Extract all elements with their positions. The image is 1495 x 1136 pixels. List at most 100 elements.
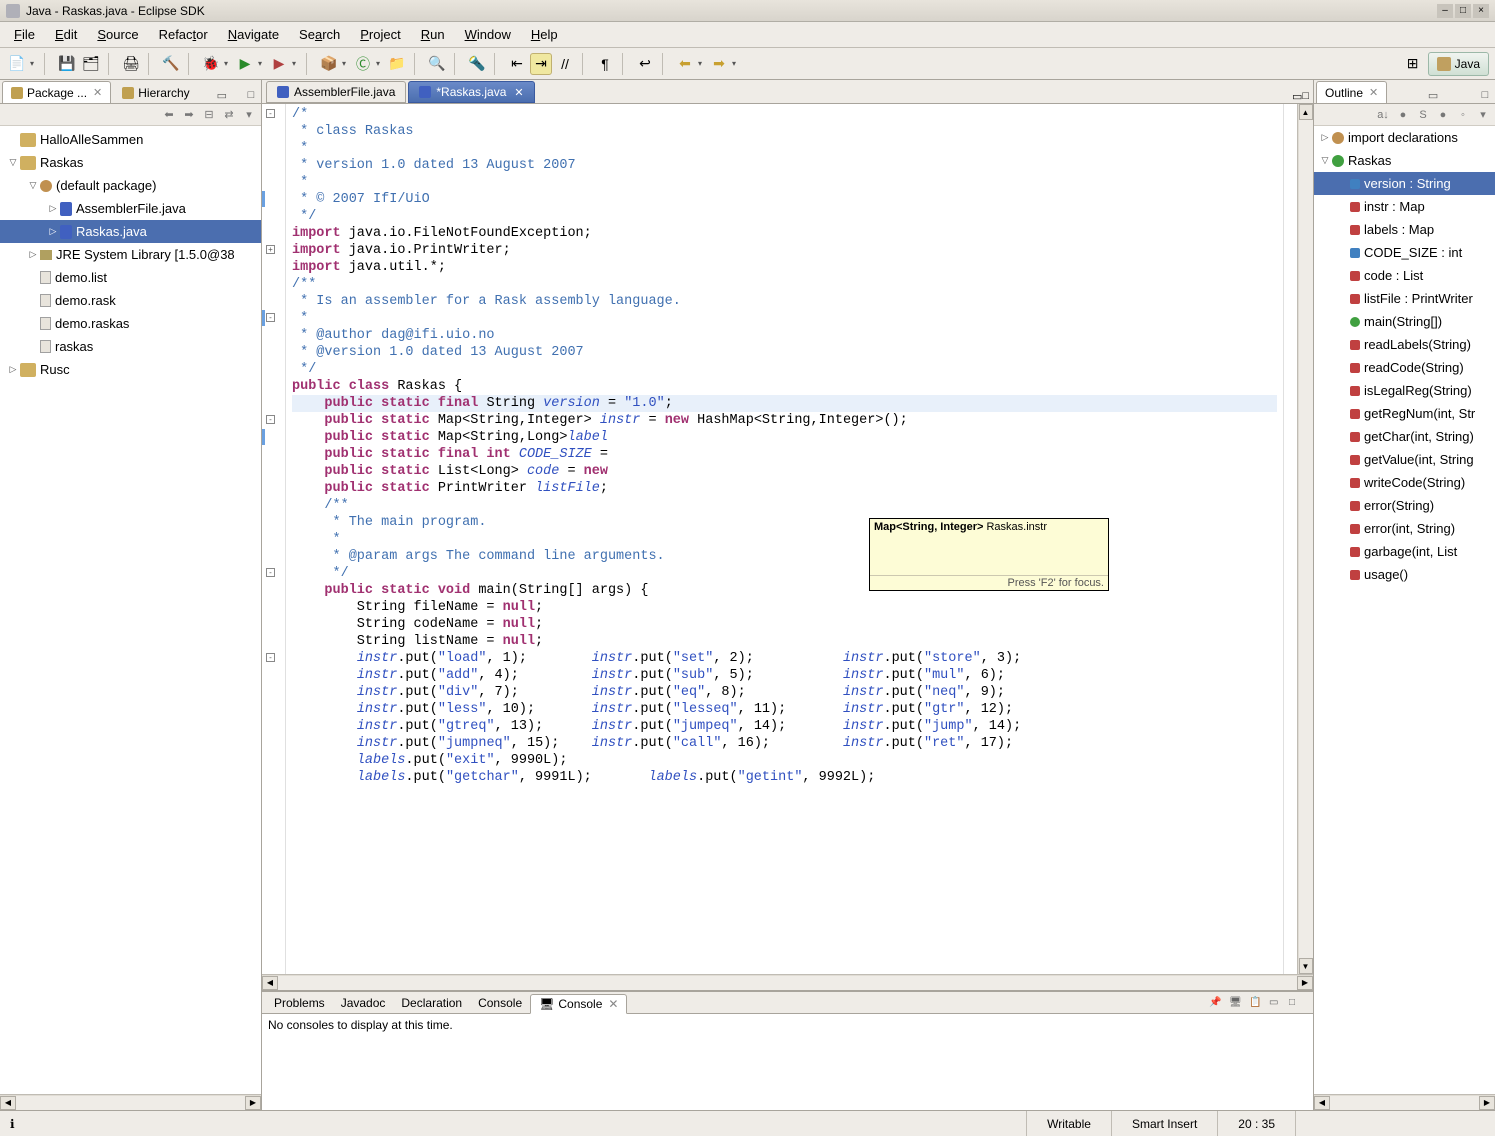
code-line[interactable]: instr.put("gtreq", 13); instr.put("jumpe… bbox=[292, 718, 1277, 735]
outline-hscrollbar[interactable]: ◀ ▶ bbox=[1314, 1094, 1495, 1110]
outline-item[interactable]: CODE_SIZE : int bbox=[1314, 241, 1495, 264]
close-button[interactable]: × bbox=[1473, 4, 1489, 18]
scroll-right-icon[interactable]: ▶ bbox=[1479, 1096, 1495, 1110]
view-menu-icon[interactable]: ▾ bbox=[241, 107, 257, 123]
editor-minimize-button[interactable]: ▭ bbox=[1292, 90, 1302, 103]
code-line[interactable]: public static PrintWriter listFile; bbox=[292, 480, 1277, 497]
code-line[interactable]: * class Raskas bbox=[292, 123, 1277, 140]
code-line[interactable]: instr.put("jumpneq", 15); instr.put("cal… bbox=[292, 735, 1277, 752]
fold-icon[interactable]: - bbox=[266, 568, 275, 577]
tree-item[interactable]: demo.raskas bbox=[0, 312, 261, 335]
code-line[interactable]: */ bbox=[292, 208, 1277, 225]
outline-tree[interactable]: ▷import declarations▽Raskasversion : Str… bbox=[1314, 126, 1495, 1094]
menu-search[interactable]: Search bbox=[289, 23, 350, 46]
bottom-tab-declaration[interactable]: Declaration bbox=[393, 993, 470, 1013]
back-button[interactable]: ⬅ bbox=[674, 53, 696, 75]
comment-button[interactable]: // bbox=[554, 53, 576, 75]
outline-maximize-button[interactable]: □ bbox=[1477, 87, 1493, 103]
new-folder-button[interactable]: 📁 bbox=[386, 53, 408, 75]
bp-maximize-button[interactable]: □ bbox=[1289, 997, 1305, 1013]
ext-tools-button[interactable]: ▶ bbox=[268, 53, 290, 75]
code-line[interactable]: instr.put("load", 1); instr.put("set", 2… bbox=[292, 650, 1277, 667]
package-explorer-tree[interactable]: HalloAlleSammen▽Raskas▽(default package)… bbox=[0, 126, 261, 1094]
code-line[interactable]: * The main program. bbox=[292, 514, 1277, 531]
tree-item[interactable]: ▷Rusc bbox=[0, 358, 261, 381]
tree-item[interactable]: ▷JRE System Library [1.5.0@38 bbox=[0, 243, 261, 266]
outline-item[interactable]: code : List bbox=[1314, 264, 1495, 287]
outline-item[interactable]: usage() bbox=[1314, 563, 1495, 586]
code-line[interactable]: * © 2007 IfI/UiO bbox=[292, 191, 1277, 208]
fold-icon[interactable]: + bbox=[266, 245, 275, 254]
scroll-left-icon[interactable]: ◀ bbox=[262, 976, 278, 990]
code-line[interactable]: public static void main(String[] args) { bbox=[292, 582, 1277, 599]
outline-item[interactable]: readLabels(String) bbox=[1314, 333, 1495, 356]
outline-item[interactable]: garbage(int, List bbox=[1314, 540, 1495, 563]
tree-item[interactable]: demo.rask bbox=[0, 289, 261, 312]
open-type-button[interactable]: 🔍 bbox=[426, 53, 448, 75]
expand-icon[interactable]: ▷ bbox=[1318, 132, 1332, 143]
hide-local-icon[interactable]: ◦ bbox=[1455, 107, 1471, 123]
hide-static-icon[interactable]: S bbox=[1415, 107, 1431, 123]
code-line[interactable]: public static Map<String,Integer> instr … bbox=[292, 412, 1277, 429]
code-line[interactable]: public static List<Long> code = new bbox=[292, 463, 1277, 480]
open-perspective-button[interactable]: ⊞ bbox=[1402, 53, 1424, 75]
new-class-button[interactable]: Ⓒ bbox=[352, 53, 374, 75]
outline-item[interactable]: readCode(String) bbox=[1314, 356, 1495, 379]
code-line[interactable]: import java.util.*; bbox=[292, 259, 1277, 276]
fold-icon[interactable]: - bbox=[266, 109, 275, 118]
outline-item[interactable]: main(String[]) bbox=[1314, 310, 1495, 333]
code-line[interactable]: labels.put("getchar", 9991L); labels.put… bbox=[292, 769, 1277, 786]
menu-navigate[interactable]: Navigate bbox=[218, 23, 289, 46]
save-button[interactable]: 💾 bbox=[56, 53, 78, 75]
last-edit-button[interactable]: ↩ bbox=[634, 53, 656, 75]
code-line[interactable]: * bbox=[292, 140, 1277, 157]
print-button[interactable]: 🖨 bbox=[120, 53, 142, 75]
code-line[interactable]: import java.io.PrintWriter; bbox=[292, 242, 1277, 259]
overview-ruler[interactable] bbox=[1283, 104, 1297, 974]
code-line[interactable]: /** bbox=[292, 276, 1277, 293]
bottom-tab-console[interactable]: 🖥Console✕ bbox=[530, 994, 627, 1014]
scroll-left-icon[interactable]: ◀ bbox=[0, 1096, 16, 1110]
expand-icon[interactable]: ▷ bbox=[46, 226, 60, 237]
show-whitespace-button[interactable]: ¶ bbox=[594, 53, 616, 75]
outline-item[interactable]: error(int, String) bbox=[1314, 517, 1495, 540]
menu-refactor[interactable]: Refactor bbox=[149, 23, 218, 46]
code-line[interactable]: public class Raskas { bbox=[292, 378, 1277, 395]
tree-item[interactable]: ▽Raskas bbox=[0, 151, 261, 174]
editor-hscrollbar[interactable]: ◀ ▶ bbox=[262, 974, 1313, 990]
bottom-tab-console[interactable]: Console bbox=[470, 993, 530, 1013]
tree-item[interactable]: HalloAlleSammen bbox=[0, 128, 261, 151]
forward-nav-icon[interactable]: ➡ bbox=[181, 107, 197, 123]
bp-minimize-button[interactable]: ▭ bbox=[1269, 997, 1285, 1013]
run-button[interactable]: ▶ bbox=[234, 53, 256, 75]
close-icon[interactable]: ✕ bbox=[514, 86, 523, 99]
expand-icon[interactable]: ▷ bbox=[26, 249, 40, 260]
code-line[interactable]: * bbox=[292, 174, 1277, 191]
code-line[interactable]: /* bbox=[292, 106, 1277, 123]
code-line[interactable]: public static final String version = "1.… bbox=[292, 395, 1277, 412]
outline-tab[interactable]: Outline ✕ bbox=[1316, 81, 1387, 103]
bottom-tab-problems[interactable]: Problems bbox=[266, 993, 333, 1013]
code-line[interactable]: /** bbox=[292, 497, 1277, 514]
close-icon[interactable]: ✕ bbox=[93, 86, 102, 99]
close-icon[interactable]: ✕ bbox=[1369, 86, 1378, 99]
hide-fields-icon[interactable]: ● bbox=[1395, 107, 1411, 123]
editor-ruler[interactable]: -+---- bbox=[262, 104, 286, 974]
code-line[interactable]: */ bbox=[292, 361, 1277, 378]
maximize-button[interactable]: □ bbox=[1455, 4, 1471, 18]
expand-icon[interactable]: ▽ bbox=[26, 180, 40, 191]
display-console-icon[interactable]: 🖥 bbox=[1229, 997, 1245, 1013]
pane-tab-hierarchy[interactable]: Hierarchy bbox=[113, 81, 198, 103]
outline-item[interactable]: error(String) bbox=[1314, 494, 1495, 517]
code-line[interactable]: * bbox=[292, 310, 1277, 327]
editor-maximize-button[interactable]: □ bbox=[1302, 90, 1309, 103]
tree-item[interactable]: demo.list bbox=[0, 266, 261, 289]
scroll-right-icon[interactable]: ▶ bbox=[1297, 976, 1313, 990]
menu-run[interactable]: Run bbox=[411, 23, 455, 46]
menu-help[interactable]: Help bbox=[521, 23, 568, 46]
menu-project[interactable]: Project bbox=[350, 23, 410, 46]
code-line[interactable]: * @author dag@ifi.uio.no bbox=[292, 327, 1277, 344]
code-line[interactable]: String listName = null; bbox=[292, 633, 1277, 650]
open-console-icon[interactable]: 📋 bbox=[1249, 997, 1265, 1013]
tree-item[interactable]: ▷Raskas.java bbox=[0, 220, 261, 243]
